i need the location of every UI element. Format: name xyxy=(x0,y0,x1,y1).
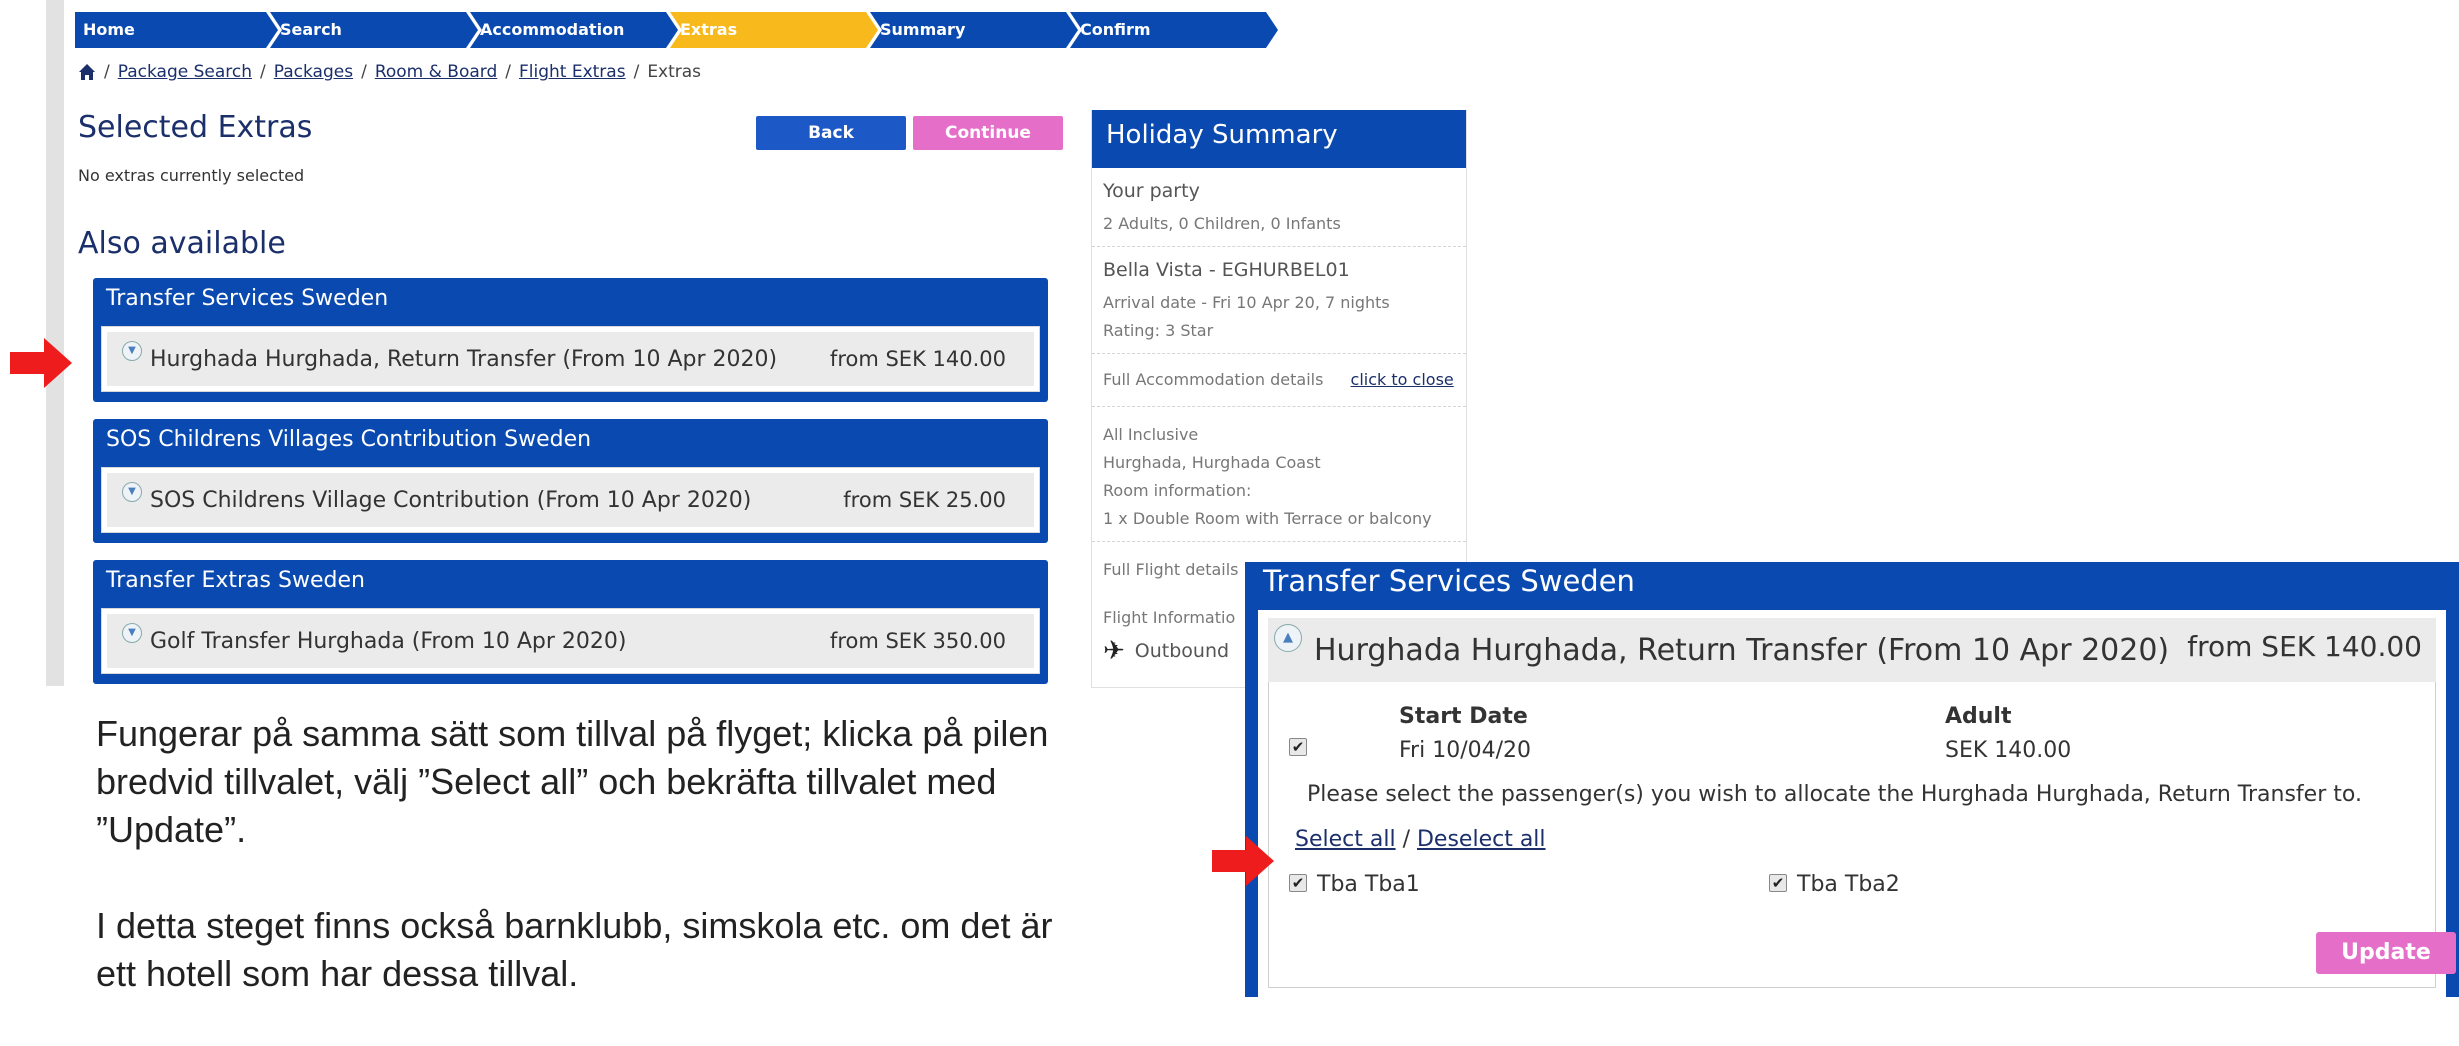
panel-title: SOS Childrens Villages Contribution Swed… xyxy=(106,427,592,452)
extra-item-label: Hurghada Hurghada, Return Transfer (From… xyxy=(150,346,778,372)
passenger-label-1: Tba Tba1 xyxy=(1317,872,1420,897)
expand-down-icon[interactable]: ▼ xyxy=(122,482,142,502)
adult-header: Adult xyxy=(1945,704,2012,729)
passenger-checkbox-2[interactable]: ✔ xyxy=(1769,874,1787,892)
breadcrumb-separator: / xyxy=(633,62,640,82)
select-all-link[interactable]: Select all xyxy=(1295,827,1396,852)
zoom-item-label: Hurghada Hurghada, Return Transfer (From… xyxy=(1314,632,2170,668)
back-button[interactable]: Back xyxy=(756,116,906,150)
zoom-panel-body: ▲ Hurghada Hurghada, Return Transfer (Fro… xyxy=(1258,610,2446,997)
extra-panel-sos-contribution: SOS Childrens Villages Contribution Swed… xyxy=(93,419,1048,543)
red-arrow-icon xyxy=(10,338,72,388)
extra-row[interactable]: ▼ Hurghada Hurghada, Return Transfer (Fro… xyxy=(101,326,1040,392)
extra-panel-transfer-extras: Transfer Extras Sweden ▼ Golf Transfer Hu… xyxy=(93,560,1048,684)
start-date-value: Fri 10/04/20 xyxy=(1399,738,1532,763)
selected-extras-title: Selected Extras xyxy=(78,110,313,145)
extra-panel-transfer-services: Transfer Services Sweden ▼ Hurghada Hurgh… xyxy=(93,278,1048,402)
allocate-text: Please select the passenger(s) you wish … xyxy=(1307,782,2362,807)
no-extras-text: No extras currently selected xyxy=(78,166,305,185)
extra-row[interactable]: ▼ Golf Transfer Hurghada (From 10 Apr 202… xyxy=(101,608,1040,674)
party-label: Your party xyxy=(1103,180,1200,202)
step-extras[interactable]: Extras xyxy=(670,12,878,48)
summary-accom-details: Full Accommodation details click to clos… xyxy=(1092,354,1466,407)
arrival-date: Arrival date - Fri 10 Apr 20, 7 nights xyxy=(1103,293,1390,312)
extra-item-label: Golf Transfer Hurghada (From 10 Apr 2020… xyxy=(150,628,627,654)
expand-down-icon[interactable]: ▼ xyxy=(122,341,142,361)
breadcrumb-package-search[interactable]: Package Search xyxy=(118,62,252,82)
breadcrumb-current: Extras xyxy=(647,62,702,82)
outbound-label: Outbound xyxy=(1134,640,1230,662)
hotel-rating: Rating: 3 Star xyxy=(1103,321,1214,340)
update-button[interactable]: Update xyxy=(2316,932,2456,974)
accom-details-label: Full Accommodation details xyxy=(1103,370,1324,389)
red-arrow-icon xyxy=(1212,836,1274,886)
step-accommodation[interactable]: Accommodation xyxy=(470,12,678,48)
also-available-title: Also available xyxy=(78,226,286,261)
panel-title: Transfer Extras Sweden xyxy=(106,568,365,593)
select-links: Select all / Deselect all xyxy=(1295,827,1546,852)
step-home[interactable]: Home xyxy=(75,12,278,48)
board-basis: All Inclusive xyxy=(1103,425,1199,444)
breadcrumb: / Package Search / Packages / Room & Boa… xyxy=(78,62,701,82)
breadcrumb-separator: / xyxy=(361,62,367,82)
location: Hurghada, Hurghada Coast xyxy=(1103,453,1321,472)
collapse-up-icon[interactable]: ▲ xyxy=(1274,624,1302,652)
passenger-checkbox-1[interactable]: ✔ xyxy=(1289,874,1307,892)
hotel-name: Bella Vista - EGHURBEL01 xyxy=(1103,259,1350,281)
extra-item-price: from SEK 350.00 xyxy=(829,629,1006,653)
room-type: 1 x Double Room with Terrace or balcony xyxy=(1103,509,1432,528)
adult-price-value: SEK 140.00 xyxy=(1945,738,2072,763)
room-info-label: Room information: xyxy=(1103,481,1252,500)
home-icon[interactable] xyxy=(78,63,96,81)
start-date-header: Start Date xyxy=(1399,704,1528,729)
party-value: 2 Adults, 0 Children, 0 Infants xyxy=(1103,214,1341,233)
summary-hotel: Bella Vista - EGHURBEL01 Arrival date - … xyxy=(1092,247,1466,354)
zoom-item-price: from SEK 140.00 xyxy=(2187,629,2422,663)
expand-down-icon[interactable]: ▼ xyxy=(122,623,142,643)
extra-item-price: from SEK 140.00 xyxy=(829,347,1006,371)
breadcrumb-room-board[interactable]: Room & Board xyxy=(375,62,497,82)
zoomed-transfer-panel: Transfer Services Sweden ▲ Hurghada Hurgh… xyxy=(1245,562,2459,997)
summary-accom-info: All Inclusive Hurghada, Hurghada Coast R… xyxy=(1092,407,1466,542)
click-to-close-link[interactable]: click to close xyxy=(1351,370,1454,389)
passenger-label-2: Tba Tba2 xyxy=(1797,872,1900,897)
zoom-extra-details: Start Date Adult ✔ Fri 10/04/20 SEK 140.… xyxy=(1268,682,2436,988)
plane-icon: ✈ xyxy=(1103,636,1125,666)
breadcrumb-separator: / xyxy=(505,62,511,82)
instructions: Fungerar på samma sätt som tillval på fl… xyxy=(96,710,1096,1046)
date-checkbox[interactable]: ✔ xyxy=(1289,738,1307,756)
summary-title: Holiday Summary xyxy=(1092,110,1466,168)
zoom-extra-row[interactable]: ▲ Hurghada Hurghada, Return Transfer (Fro… xyxy=(1268,618,2436,682)
extra-item-price: from SEK 25.00 xyxy=(843,488,1006,512)
breadcrumb-separator: / xyxy=(260,62,266,82)
extra-row[interactable]: ▼ SOS Childrens Village Contribution (Fro… xyxy=(101,467,1040,533)
step-confirm[interactable]: Confirm xyxy=(1070,12,1278,48)
breadcrumb-packages[interactable]: Packages xyxy=(274,62,353,82)
step-search[interactable]: Search xyxy=(270,12,478,48)
extra-item-label: SOS Childrens Village Contribution (From… xyxy=(150,487,752,513)
panel-title: Transfer Services Sweden xyxy=(106,286,389,311)
continue-button[interactable]: Continue xyxy=(913,116,1063,150)
breadcrumb-flight-extras[interactable]: Flight Extras xyxy=(519,62,626,82)
instruction-paragraph-2: I detta steget finns också barnklubb, si… xyxy=(96,905,1053,994)
deselect-all-link[interactable]: Deselect all xyxy=(1417,827,1546,852)
step-summary[interactable]: Summary xyxy=(870,12,1078,48)
summary-party: Your party 2 Adults, 0 Children, 0 Infan… xyxy=(1092,168,1466,247)
breadcrumb-separator: / xyxy=(104,62,110,82)
zoom-panel-title: Transfer Services Sweden xyxy=(1263,564,1635,598)
instruction-paragraph-1: Fungerar på samma sätt som tillval på fl… xyxy=(96,713,1049,850)
